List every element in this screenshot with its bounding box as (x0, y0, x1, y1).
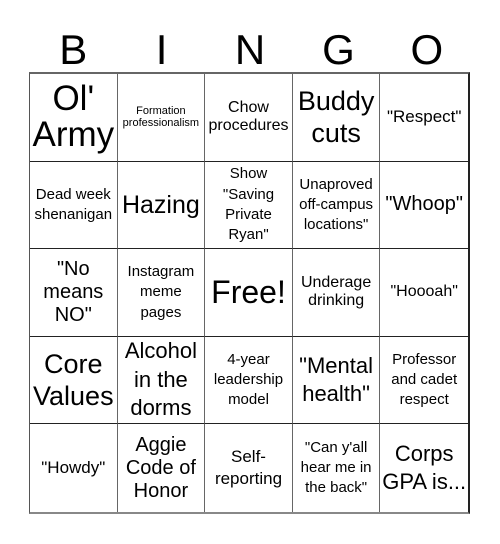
bingo-cell[interactable]: "No means NO" (30, 249, 118, 337)
header-letter-n: N (234, 26, 266, 73)
bingo-cell[interactable]: Chow procedures (205, 74, 293, 162)
bingo-cell[interactable]: Alcohol in the dorms (117, 336, 206, 425)
bingo-cell[interactable]: 4-year leadership model (205, 336, 293, 425)
bingo-cell[interactable]: "Hoooah" (380, 249, 468, 337)
bingo-cell[interactable]: "Whoop" (380, 162, 468, 250)
bingo-cell[interactable]: Self-reporting (205, 424, 293, 512)
bingo-cell[interactable]: Show "Saving Private Ryan" (205, 161, 293, 250)
bingo-grid: Ol' Army Formation professionalism Chow … (29, 72, 470, 514)
bingo-cell[interactable]: Underage drinking (292, 249, 381, 337)
bingo-cell[interactable]: Hazing (117, 161, 206, 250)
bingo-header: B I N G O (29, 28, 471, 72)
bingo-cell[interactable]: Core Values (30, 336, 118, 425)
bingo-cell[interactable]: Instagram meme pages (117, 249, 206, 337)
bingo-cell[interactable]: Corps GPA is... (380, 424, 468, 512)
bingo-cell[interactable]: Professor and cadet respect (380, 337, 468, 425)
bingo-cell[interactable]: Unaproved off-campus locations" (292, 161, 381, 250)
bingo-cell[interactable]: "Respect" (380, 74, 468, 162)
header-letter-g: G (322, 26, 355, 73)
bingo-cell[interactable]: Aggie Code of Honor (118, 424, 206, 512)
bingo-cell-free[interactable]: Free! (205, 249, 293, 337)
bingo-cell[interactable]: "Howdy" (30, 424, 118, 512)
bingo-cell[interactable]: Ol' Army (30, 74, 118, 162)
header-letter-b: B (59, 26, 88, 73)
bingo-cell[interactable]: Buddy cuts (292, 74, 381, 162)
bingo-cell[interactable]: Dead week shenanigan (30, 161, 118, 250)
header-letter-o: O (410, 26, 444, 73)
bingo-cell[interactable]: "Mental health" (292, 336, 381, 425)
bingo-cell[interactable]: Formation professionalism (117, 74, 206, 162)
header-letter-i: I (155, 26, 168, 73)
bingo-cell[interactable]: "Can y'all hear me in the back" (293, 424, 381, 512)
